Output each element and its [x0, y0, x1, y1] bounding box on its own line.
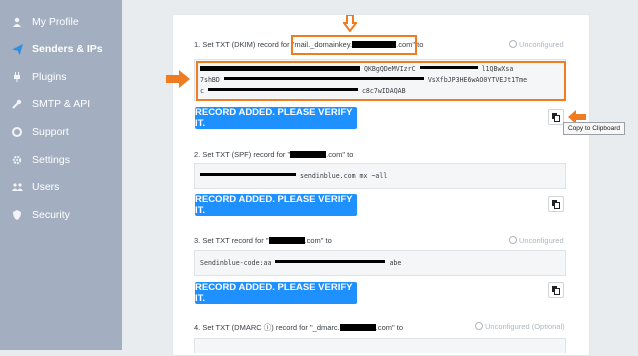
- user-icon: [10, 15, 24, 29]
- dkim-copy-button[interactable]: [548, 109, 564, 125]
- redacted-domain: [290, 151, 327, 158]
- domain-highlight-box: [291, 35, 417, 55]
- clipboard-icon: [552, 285, 560, 295]
- sidebar-item-label: Security: [32, 209, 70, 221]
- unconfigured-icon: [509, 40, 517, 48]
- redacted-domain: [339, 324, 376, 331]
- code-copy-button[interactable]: [548, 282, 564, 298]
- dkim-value-highlight-box: [196, 61, 566, 101]
- sidebar-item-my-profile[interactable]: My Profile: [0, 12, 122, 32]
- sidebar-item-label: Plugins: [32, 71, 67, 83]
- code-record-value[interactable]: Sendinblue-code:aa abe: [194, 250, 566, 276]
- code-step-label: 3. Set TXT record for " .com" to: [194, 236, 332, 245]
- spf-record-value[interactable]: sendinblue.com mx ~all: [194, 163, 566, 189]
- spf-copy-button[interactable]: [548, 196, 564, 212]
- arrow-right-icon: [166, 70, 190, 93]
- dmarc-status: Unconfigured (Optional): [475, 322, 565, 331]
- wrench-icon: [10, 97, 24, 111]
- dkim-status: Unconfigured: [509, 40, 564, 49]
- copy-tooltip: Copy to Clipboard: [563, 122, 626, 135]
- sidebar-item-security[interactable]: Security: [0, 205, 122, 225]
- arrow-down-icon: [342, 14, 358, 37]
- clipboard-icon: [552, 199, 560, 209]
- dkim-verify-button[interactable]: RECORD ADDED. PLEASE VERIFY IT.: [195, 107, 357, 129]
- sidebar-item-settings[interactable]: Settings: [0, 150, 122, 170]
- dmarc-step-label: 4. Set TXT (DMARC ⓘ) record for "_dmarc.…: [194, 323, 404, 332]
- sidebar-item-support[interactable]: Support: [0, 122, 122, 142]
- redacted-domain: [268, 237, 305, 244]
- spf-verify-button[interactable]: RECORD ADDED. PLEASE VERIFY IT.: [195, 194, 357, 216]
- code-status: Unconfigured: [509, 236, 564, 245]
- sidebar-item-label: My Profile: [32, 16, 79, 28]
- paper-plane-icon: [10, 42, 24, 56]
- sidebar-item-smtp-api[interactable]: SMTP & API: [0, 94, 122, 114]
- sidebar-item-label: SMTP & API: [32, 98, 91, 110]
- sidebar-item-plugins[interactable]: Plugins: [0, 67, 122, 87]
- sidebar-item-users[interactable]: Users: [0, 177, 122, 197]
- gear-icon: [10, 153, 24, 167]
- code-verify-button[interactable]: RECORD ADDED. PLEASE VERIFY IT.: [195, 282, 357, 304]
- plug-icon: [10, 70, 24, 84]
- shield-icon: [10, 208, 24, 222]
- sidebar-item-label: Settings: [32, 154, 70, 166]
- sidebar: My Profile Senders & IPs Plugins SMTP & …: [0, 0, 122, 350]
- life-ring-icon: [10, 125, 24, 139]
- clipboard-icon: [552, 112, 560, 122]
- sidebar-item-senders-ips[interactable]: Senders & IPs: [0, 39, 122, 59]
- spf-step-label: 2. Set TXT (SPF) record for " .com" to: [194, 150, 354, 159]
- sidebar-item-label: Users: [32, 181, 60, 193]
- unconfigured-icon: [509, 236, 517, 244]
- sidebar-item-label: Support: [32, 126, 69, 138]
- sidebar-item-label: Senders & IPs: [32, 43, 103, 55]
- dmarc-record-value[interactable]: [194, 338, 566, 353]
- users-icon: [10, 180, 24, 194]
- unconfigured-icon: [475, 322, 483, 330]
